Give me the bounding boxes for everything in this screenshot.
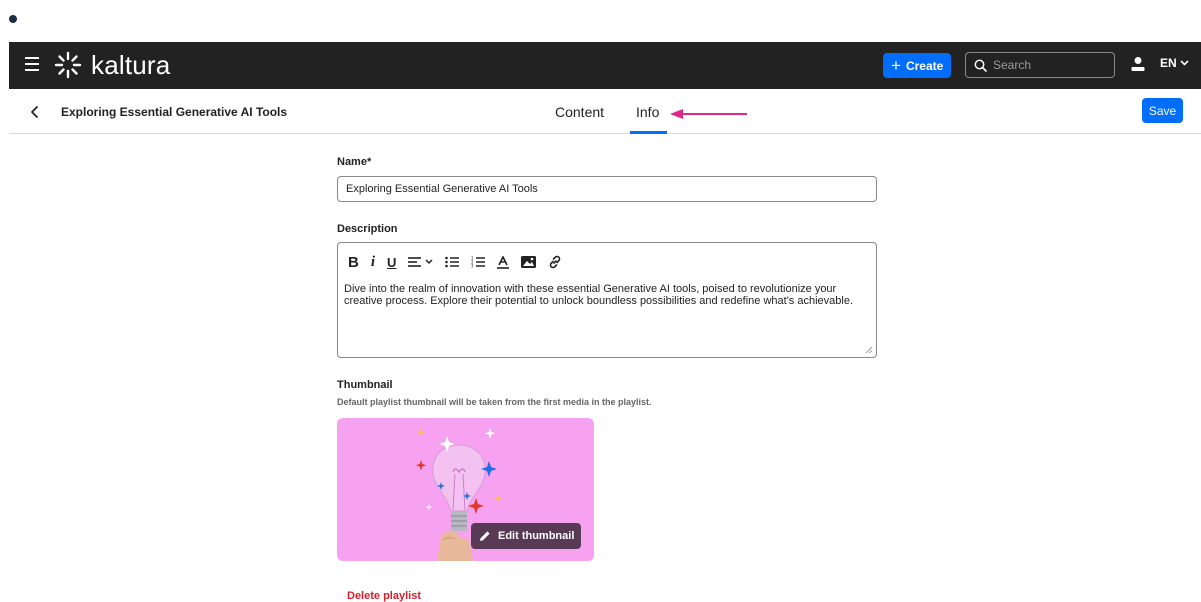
save-button[interactable]: Save <box>1142 98 1183 123</box>
thumbnail-label: Thumbnail <box>337 379 393 391</box>
hamburger-menu-icon[interactable] <box>25 57 41 71</box>
resize-handle-icon[interactable] <box>865 346 873 354</box>
bullet-list-icon[interactable] <box>445 253 460 271</box>
plus-icon: + <box>891 56 901 75</box>
link-icon[interactable] <box>548 253 562 271</box>
description-label: Description <box>337 223 398 235</box>
kaltura-logo[interactable]: kaltura <box>53 50 170 80</box>
page-header: Exploring Essential Generative AI Tools … <box>9 89 1201 134</box>
description-editor[interactable]: B i U 123 Dive into the realm of innovat… <box>337 242 877 358</box>
logo-text: kaltura <box>91 50 171 80</box>
text-color-icon[interactable] <box>497 253 510 271</box>
back-arrow-icon[interactable] <box>30 105 40 119</box>
editor-toolbar: B i U 123 <box>348 253 574 271</box>
search-icon <box>974 59 987 72</box>
edit-thumbnail-button[interactable]: Edit thumbnail <box>471 523 581 549</box>
search-placeholder: Search <box>993 58 1032 72</box>
active-tab-indicator <box>630 131 667 134</box>
page-title: Exploring Essential Generative AI Tools <box>61 105 288 119</box>
thumbnail-hint: Default playlist thumbnail will be taken… <box>337 397 652 407</box>
name-label-text: Name <box>337 156 367 168</box>
language-selector[interactable]: EN <box>1160 56 1189 70</box>
chevron-down-icon <box>1180 60 1189 66</box>
kaltura-logo-icon <box>54 51 82 79</box>
language-label: EN <box>1160 56 1177 70</box>
annotation-arrow-icon <box>670 109 747 119</box>
tab-content[interactable]: Content <box>555 104 604 120</box>
create-button-label: Create <box>905 58 944 73</box>
chevron-down-icon[interactable] <box>425 253 433 271</box>
underline-icon[interactable]: U <box>387 253 396 271</box>
search-input[interactable]: Search <box>965 52 1115 78</box>
status-dot <box>9 15 17 23</box>
align-icon[interactable] <box>408 253 422 271</box>
svg-text:3: 3 <box>471 264 474 269</box>
playlist-thumbnail: Edit thumbnail <box>337 418 594 561</box>
top-navigation-bar: kaltura + Create Search EN <box>9 42 1201 89</box>
edit-thumbnail-label: Edit thumbnail <box>498 530 575 542</box>
italic-icon[interactable]: i <box>371 253 375 271</box>
create-button[interactable]: + Create <box>883 53 951 78</box>
description-text: Dive into the realm of innovation with t… <box>344 283 854 307</box>
numbered-list-icon[interactable]: 123 <box>471 253 486 271</box>
tab-info[interactable]: Info <box>636 104 659 120</box>
required-mark: * <box>366 156 372 168</box>
user-icon[interactable] <box>1131 56 1145 72</box>
pencil-icon <box>480 531 490 541</box>
image-icon[interactable] <box>521 253 537 271</box>
bold-icon[interactable]: B <box>348 253 359 271</box>
delete-playlist-link[interactable]: Delete playlist <box>347 590 421 602</box>
name-label: Name* <box>337 156 371 168</box>
name-field[interactable] <box>337 176 877 202</box>
